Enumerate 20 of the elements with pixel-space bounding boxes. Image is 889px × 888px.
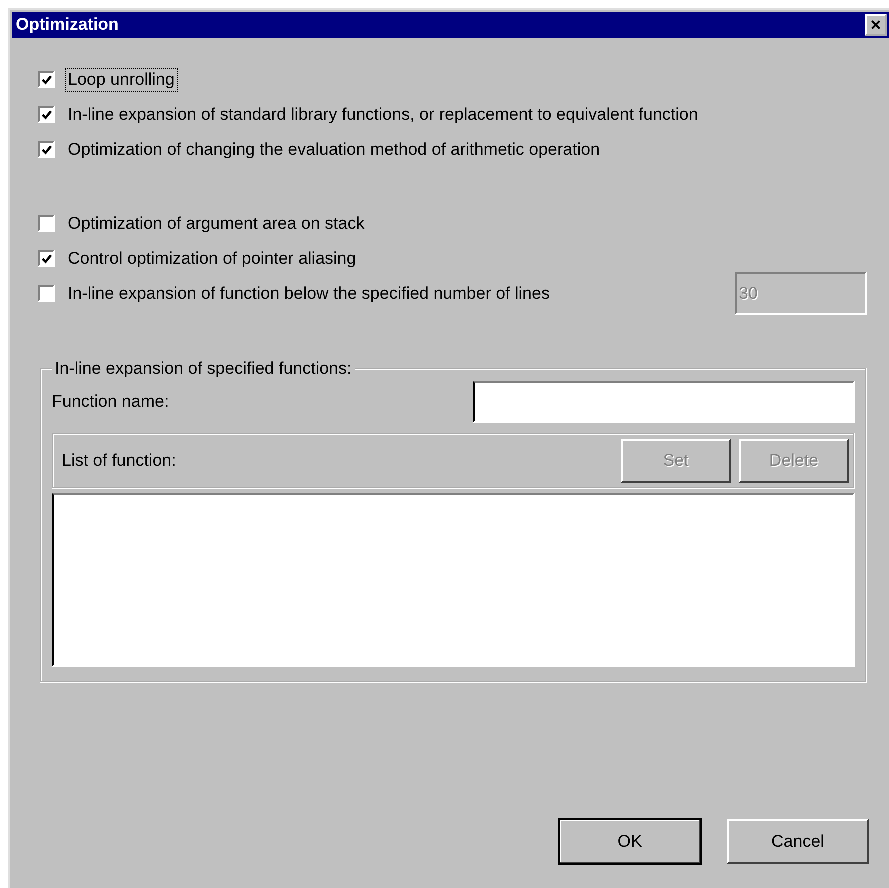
group-title: In-line expansion of specified functions:: [54, 359, 353, 379]
checkbox[interactable]: [38, 250, 55, 267]
close-button[interactable]: ×: [865, 14, 887, 36]
checkbox[interactable]: [38, 215, 55, 232]
dialog-button[interactable]: Cancel: [727, 819, 869, 864]
option-label[interactable]: In-line expansion of function below the specified number of lines: [65, 282, 553, 306]
dialog-button[interactable]: OK: [559, 819, 701, 864]
option-label[interactable]: Optimization of argument area on stack: [65, 212, 368, 236]
field-label: Function name:: [52, 392, 170, 412]
checkbox[interactable]: [38, 285, 55, 302]
option-label[interactable]: Control optimization of pointer aliasing: [65, 246, 360, 270]
list-label: List of function:: [62, 451, 176, 471]
function-name-field[interactable]: [473, 381, 855, 423]
window-title: Optimization: [16, 15, 119, 35]
checkbox[interactable]: [38, 71, 55, 88]
checkbox[interactable]: [38, 106, 55, 123]
option-label[interactable]: In-line expansion of standard library functions, or replacement to equivalent function: [65, 102, 702, 126]
checkbox[interactable]: [38, 141, 55, 158]
option-label[interactable]: Loop unrolling: [65, 68, 178, 92]
option-label[interactable]: Optimization of changing the evaluation method of arithmetic operation: [65, 138, 604, 162]
